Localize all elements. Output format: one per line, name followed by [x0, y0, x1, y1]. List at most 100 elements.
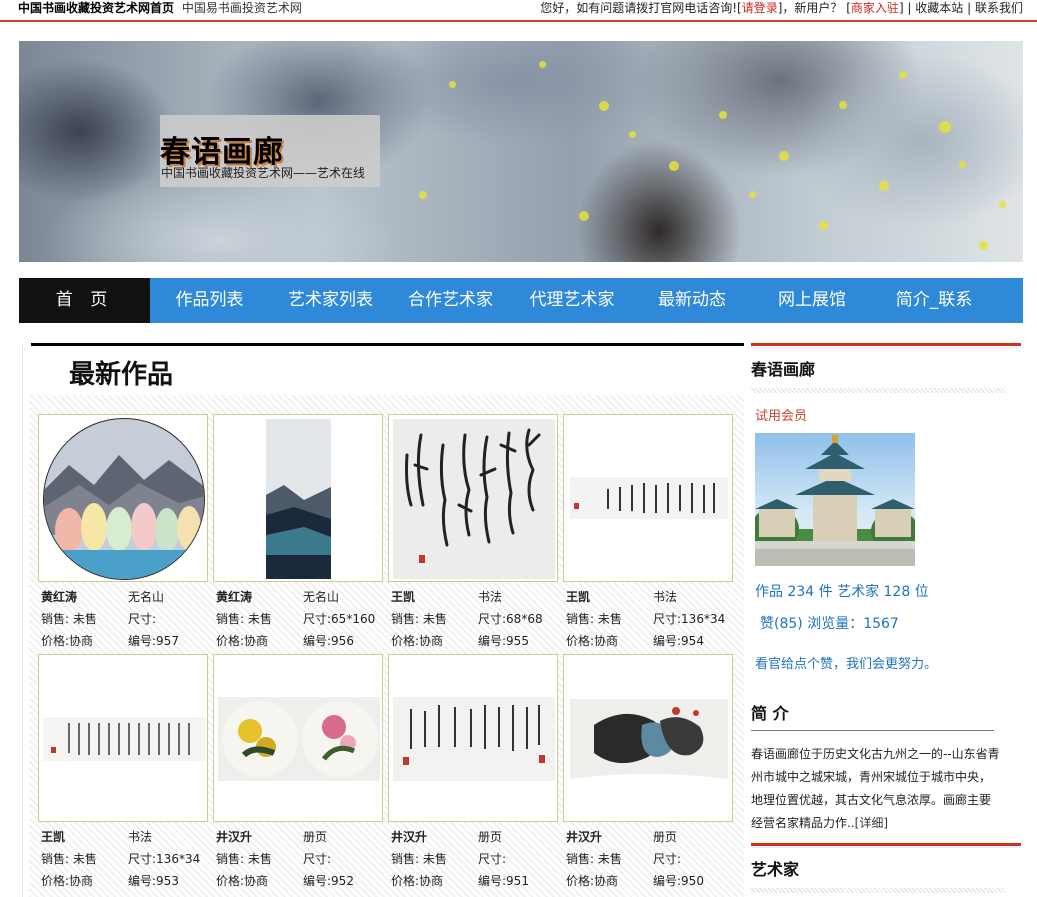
work-price: 价格:协商 — [566, 634, 619, 648]
like-prompt: 看官给点个赞，我们会更努力。 — [755, 657, 938, 672]
work-name[interactable]: 册页 — [653, 826, 677, 848]
work-number: 编号:953 — [128, 874, 179, 888]
nav-about-contact[interactable]: 简介_联系 — [875, 278, 993, 323]
intro-divider — [751, 730, 994, 731]
work-price: 价格:协商 — [216, 634, 269, 648]
greeting-text: 您好，如有问题请拨打官网电话咨询![ — [540, 1, 742, 15]
work-card[interactable]: 井汉升 册页 销售: 未售 尺寸: 价格:协商 编号:951 — [388, 654, 558, 888]
intro-title: 简 介 — [751, 704, 789, 723]
section-header: 最新作品 — [31, 343, 744, 391]
work-artist[interactable]: 黄红涛 — [216, 586, 303, 608]
nav-agents[interactable]: 代理艺术家 — [509, 278, 635, 323]
nav-works[interactable]: 作品列表 — [150, 278, 269, 323]
nav-news[interactable]: 最新动态 — [635, 278, 749, 323]
work-sale-status: 销售: 未售 — [216, 852, 272, 866]
site-home-link[interactable]: 中国书画收藏投资艺术网首页 — [18, 1, 174, 15]
site-sub-link[interactable]: 中国易书画投资艺术网 — [182, 1, 302, 15]
work-name[interactable]: 册页 — [478, 826, 502, 848]
work-thumbnail[interactable] — [563, 654, 733, 822]
work-sale-status: 销售: 未售 — [566, 852, 622, 866]
work-card[interactable]: 井汉升 册页 销售: 未售 尺寸: 价格:协商 编号:952 — [213, 654, 383, 888]
work-card[interactable]: 井汉升 册页 销售: 未售 尺寸: 价格:协商 编号:950 — [563, 654, 733, 888]
work-size: 尺寸:65*160 — [303, 612, 376, 626]
work-thumbnail[interactable] — [38, 414, 208, 582]
sidebar: 春语画廊 试用会员 作品 234 件 艺术家 128 位 赞(85) 浏览量：1… — [751, 343, 1021, 893]
work-number: 编号:956 — [303, 634, 354, 648]
contact-link[interactable]: 联系我们 — [975, 1, 1023, 15]
work-size: 尺寸: — [303, 852, 332, 866]
nav-home[interactable]: 首 页 — [19, 278, 150, 323]
work-number: 编号:950 — [653, 874, 704, 888]
work-name[interactable]: 无名山 — [303, 586, 339, 608]
gallery-photo — [755, 433, 915, 566]
work-size: 尺寸: — [653, 852, 682, 866]
section-title: 最新作品 — [69, 360, 174, 390]
work-price: 价格:协商 — [566, 874, 619, 888]
work-artist[interactable]: 井汉升 — [391, 826, 478, 848]
work-number: 编号:955 — [478, 634, 529, 648]
work-name[interactable]: 册页 — [303, 826, 327, 848]
sidebar-divider — [751, 843, 1021, 848]
work-sale-status: 销售: 未售 — [41, 612, 97, 626]
work-size: 尺寸:136*34 — [128, 852, 201, 866]
member-status: 试用会员 — [755, 409, 808, 424]
artists-title: 艺术家 — [751, 860, 800, 879]
intro-text-block: 春语画廊位于历史文化古九州之一的--山东省青州市城中之城宋城，青州宋城位于城市中… — [751, 743, 1001, 835]
work-name[interactable]: 书法 — [128, 826, 152, 848]
separator: | — [963, 1, 975, 15]
nav-artists[interactable]: 艺术家列表 — [269, 278, 392, 323]
intro-more-link[interactable]: [详细] — [855, 816, 888, 830]
main-nav: 首 页 作品列表 艺术家列表 合作艺术家 代理艺术家 最新动态 网上展馆 简介_… — [19, 278, 1023, 323]
login-link[interactable]: 请登录 — [742, 1, 778, 15]
work-size: 尺寸: — [478, 852, 507, 866]
work-card[interactable]: 王凯 书法 销售: 未售 尺寸:68*68 价格:协商 编号:955 — [388, 414, 558, 648]
work-artist[interactable]: 井汉升 — [216, 826, 303, 848]
work-artist[interactable]: 黄红涛 — [41, 586, 128, 608]
work-name[interactable]: 无名山 — [128, 586, 164, 608]
work-price: 价格:协商 — [41, 874, 94, 888]
nav-online-gallery[interactable]: 网上展馆 — [749, 278, 875, 323]
work-thumbnail[interactable] — [38, 654, 208, 822]
work-thumbnail[interactable] — [388, 414, 558, 582]
work-card[interactable]: 王凯 书法 销售: 未售 尺寸:136*34 价格:协商 编号:954 — [563, 414, 733, 648]
work-sale-status: 销售: 未售 — [566, 612, 622, 626]
work-artist[interactable]: 井汉升 — [566, 826, 653, 848]
work-sale-status: 销售: 未售 — [216, 612, 272, 626]
work-number: 编号:954 — [653, 634, 704, 648]
new-user-text: ]，新用户？ [ — [777, 1, 851, 15]
top-bar: 中国书画收藏投资艺术网首页 中国易书画投资艺术网 您好，如有问题请拨打官网电话咨… — [0, 0, 1037, 22]
like-button[interactable]: 赞(85) 浏览量：1567 — [760, 613, 1021, 633]
work-price: 价格:协商 — [391, 634, 444, 648]
latest-works-panel: 最新作品 黄红涛 无名山 销售: 未售 尺寸: 价格:协商 编号:957 黄红涛… — [22, 343, 744, 897]
work-card[interactable]: 黄红涛 无名山 销售: 未售 尺寸:65*160 价格:协商 编号:956 — [213, 414, 383, 648]
nav-partners[interactable]: 合作艺术家 — [392, 278, 509, 323]
work-thumbnail[interactable] — [388, 654, 558, 822]
work-number: 编号:957 — [128, 634, 179, 648]
work-size: 尺寸: — [128, 612, 157, 626]
work-price: 价格:协商 — [216, 874, 269, 888]
work-sale-status: 销售: 未售 — [391, 612, 447, 626]
work-number: 编号:952 — [303, 874, 354, 888]
hatch-divider — [751, 388, 1006, 393]
work-name[interactable]: 书法 — [653, 586, 677, 608]
work-size: 尺寸:68*68 — [478, 612, 543, 626]
work-price: 价格:协商 — [41, 634, 94, 648]
work-artist[interactable]: 王凯 — [41, 826, 128, 848]
work-artist[interactable]: 王凯 — [566, 586, 653, 608]
work-card[interactable]: 王凯 书法 销售: 未售 尺寸:136*34 价格:协商 编号:953 — [38, 654, 208, 888]
work-size: 尺寸:136*34 — [653, 612, 726, 626]
work-number: 编号:951 — [478, 874, 529, 888]
work-sale-status: 销售: 未售 — [391, 852, 447, 866]
merchant-link[interactable]: 商家入驻 — [851, 1, 899, 15]
work-name[interactable]: 书法 — [478, 586, 502, 608]
work-thumbnail[interactable] — [213, 414, 383, 582]
separator: ] | — [898, 1, 916, 15]
work-thumbnail[interactable] — [213, 654, 383, 822]
gallery-stats: 作品 234 件 艺术家 128 位 — [755, 584, 929, 600]
work-thumbnail[interactable] — [563, 414, 733, 582]
work-card[interactable]: 黄红涛 无名山 销售: 未售 尺寸: 价格:协商 编号:957 — [38, 414, 208, 648]
work-sale-status: 销售: 未售 — [41, 852, 97, 866]
work-artist[interactable]: 王凯 — [391, 586, 478, 608]
bookmark-link[interactable]: 收藏本站 — [915, 1, 963, 15]
work-price: 价格:协商 — [391, 874, 444, 888]
